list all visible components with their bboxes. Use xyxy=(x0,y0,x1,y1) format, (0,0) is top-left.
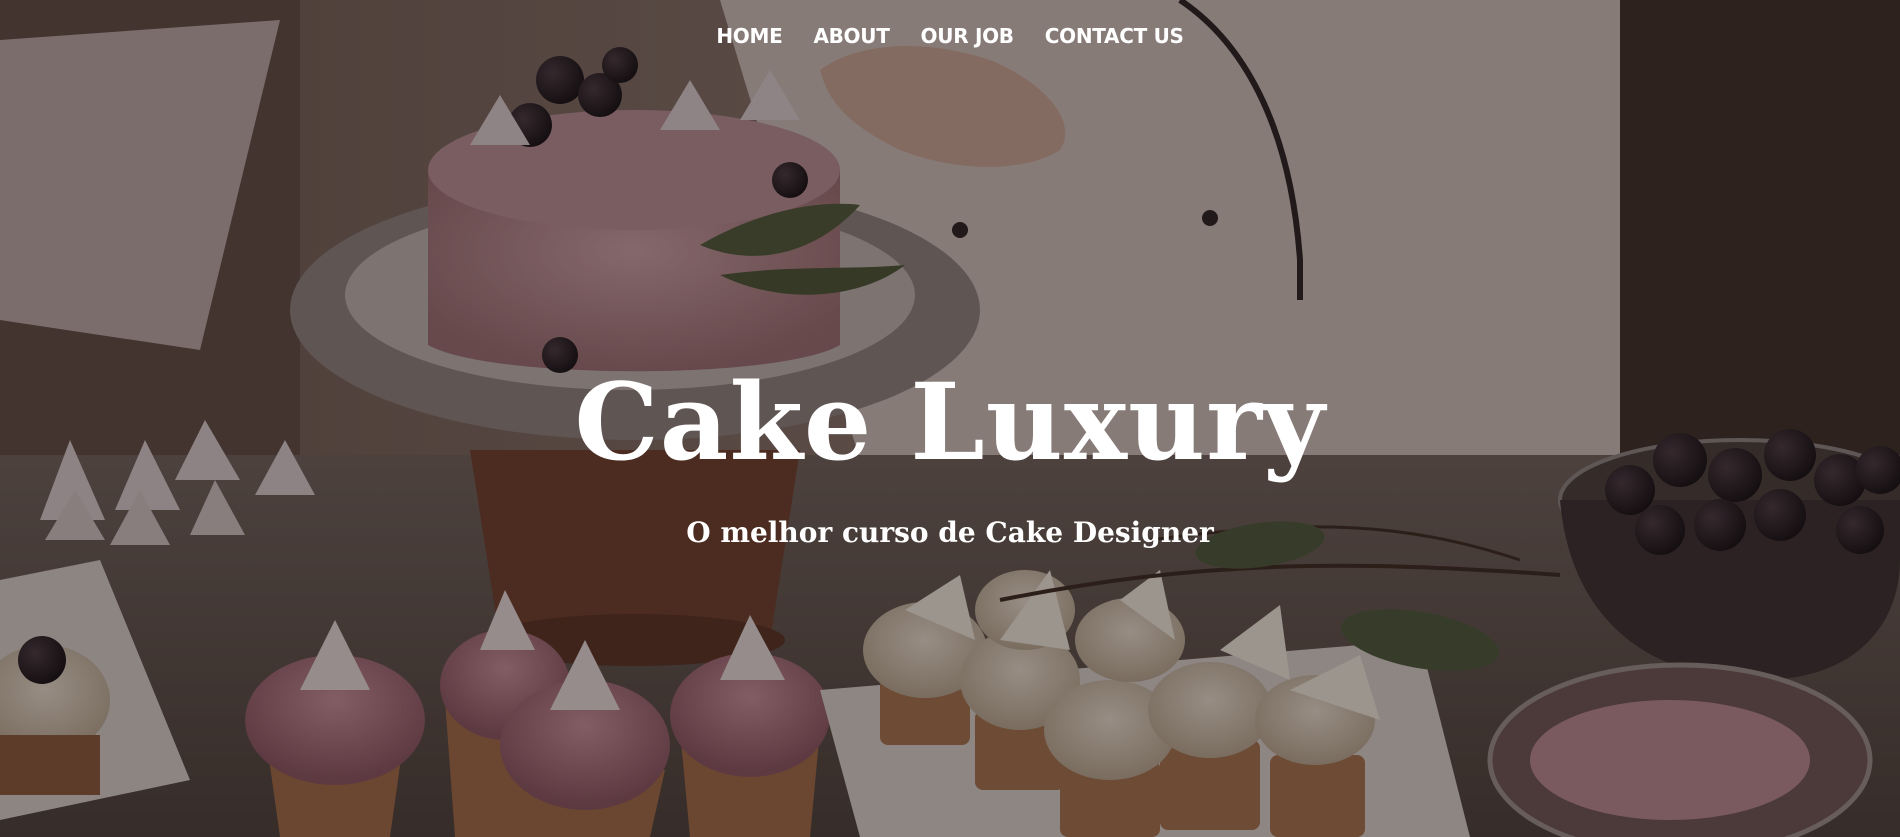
nav-home-link[interactable]: HOME xyxy=(716,22,782,50)
main-navigation: HOME ABOUT OUR JOB CONTACT US xyxy=(0,22,1900,50)
nav-contact-us-link[interactable]: CONTACT US xyxy=(1045,22,1184,50)
nav-our-job-link[interactable]: OUR JOB xyxy=(921,22,1015,50)
hero-title: Cake Luxury xyxy=(574,359,1326,485)
hero-subtitle: O melhor curso de Cake Designer xyxy=(686,516,1214,549)
nav-about-link[interactable]: ABOUT xyxy=(813,22,889,50)
